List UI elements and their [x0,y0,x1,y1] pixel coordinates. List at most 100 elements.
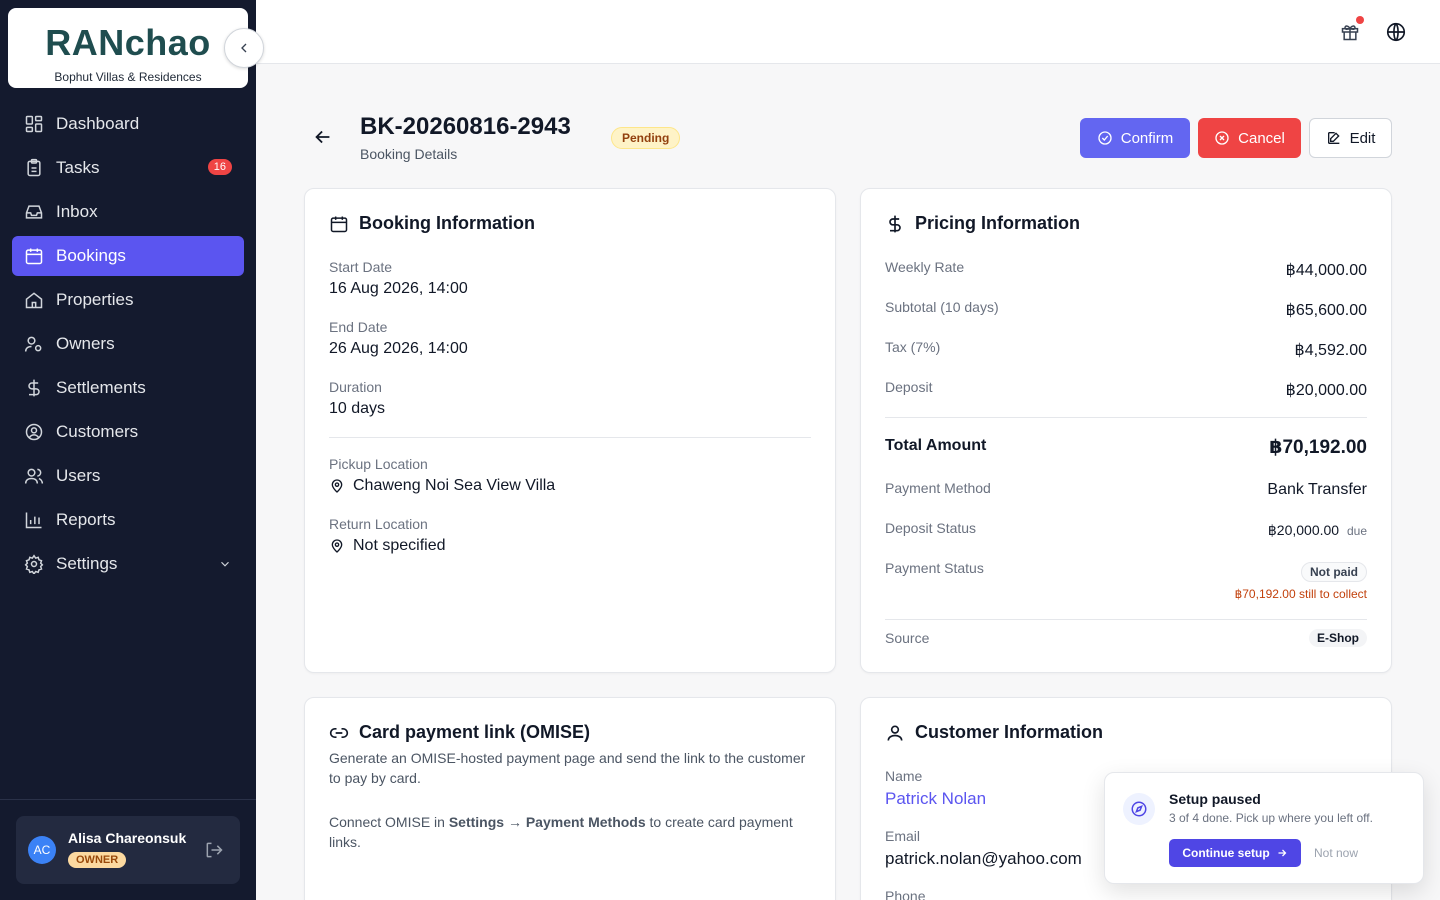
back-button[interactable] [312,126,334,153]
subtotal-label: Subtotal (10 days) [885,299,999,315]
clipboard-icon [24,158,44,178]
settings-payment-methods-link[interactable]: Settings → Payment Methods [449,814,646,830]
duration-value: 10 days [329,400,386,417]
tax-value: ฿4,592.00 [1294,342,1367,359]
confirm-button[interactable]: Confirm [1080,118,1190,158]
continue-setup-button[interactable]: Continue setup [1169,839,1301,867]
weekly-rate-value: ฿44,000.00 [1285,262,1367,279]
setup-paused-toast: Setup paused 3 of 4 done. Pick up where … [1104,772,1424,884]
booking-info-title: Booking Information [329,213,535,234]
divider [329,437,811,438]
not-now-button[interactable]: Not now [1314,846,1358,860]
dashboard-icon [24,114,44,134]
sidebar-item-label: Settings [56,554,118,573]
payment-status-badge: Not paid [1301,562,1367,582]
customer-info-title: Customer Information [885,722,1103,743]
sidebar-item-tasks[interactable]: Tasks 16 [12,148,244,188]
weekly-rate-label: Weekly Rate [885,259,965,275]
users-icon [24,466,44,486]
sidebar-item-label: Properties [56,290,134,309]
arrow-right-icon [1278,849,1287,857]
brand-subtitle: Bophut Villas & Residences [54,70,202,84]
dollar-icon [889,215,901,232]
pickup-location-value: Chaweng Noi Sea View Villa [329,477,555,495]
customer-email-label: Email [885,828,921,844]
omise-card: Card payment link (OMISE) Generate an OM… [304,697,836,900]
customer-phone-label: Phone [885,888,926,900]
sidebar-item-customers[interactable]: Customers [12,412,244,452]
brand-logo[interactable]: RANchao Bophut Villas & Residences [8,8,248,88]
return-location-label: Return Location [329,516,428,532]
subtotal-value: ฿65,600.00 [1285,302,1367,319]
sidebar-item-users[interactable]: Users [12,456,244,496]
user-icon [887,725,903,741]
compass-icon [1123,793,1155,825]
sidebar-item-reports[interactable]: Reports [12,500,244,540]
language-button[interactable] [1384,20,1408,44]
sidebar-item-bookings[interactable]: Bookings [12,236,244,276]
sidebar-item-label: Settlements [56,378,146,397]
total-amount-value: ฿70,192.00 [1269,437,1367,458]
sidebar-item-owners[interactable]: Owners [12,324,244,364]
sidebar-footer: AC Alisa Chareonsuk OWNER [0,799,256,900]
bar-chart-icon [24,510,44,530]
duration-label: Duration [329,379,382,395]
page-title: BK-20260816-2943 [360,113,571,140]
edit-label: Edit [1349,129,1376,147]
check-circle-icon [1098,131,1112,145]
omise-description: Generate an OMISE-hosted payment page an… [329,750,806,786]
edit-icon [1327,132,1340,144]
customer-name-link[interactable]: Patrick Nolan [885,789,986,809]
sidebar-item-settings[interactable]: Settings [12,544,244,584]
pricing-info-card: Pricing Information Weekly Rate ฿44,000.… [860,188,1392,673]
setup-title: Setup paused [1169,791,1261,807]
setup-progress-text: 3 of 4 done. Pick up where you left off. [1169,811,1373,825]
user-name: Alisa Chareonsuk [68,830,187,846]
sidebar-item-settlements[interactable]: Settlements [12,368,244,408]
end-date-value: 26 Aug 2026, 14:00 [329,340,468,357]
divider [885,417,1367,418]
deposit-label: Deposit [885,379,933,395]
deposit-status-label: Deposit Status [885,520,977,536]
sidebar-item-dashboard[interactable]: Dashboard [12,104,244,144]
x-circle-icon [1215,131,1229,145]
sidebar-item-label: Bookings [56,246,126,265]
collapse-sidebar-button[interactable] [224,28,264,68]
start-date-label: Start Date [329,259,393,275]
omise-title: Card payment link (OMISE) [329,722,590,743]
page-subtitle: Booking Details [360,146,458,162]
pricing-info-title: Pricing Information [885,213,1080,234]
divider [885,619,1367,620]
deposit-due-text: due [1346,524,1367,538]
edit-button[interactable]: Edit [1309,118,1392,158]
pickup-location-label: Pickup Location [329,456,428,472]
tax-label: Tax (7%) [885,339,941,355]
end-date-label: End Date [329,319,388,335]
sidebar-item-properties[interactable]: Properties [12,280,244,320]
sidebar-item-inbox[interactable]: Inbox [12,192,244,232]
logout-button[interactable] [204,840,224,865]
arrow-left-icon [315,130,330,144]
sidebar-item-label: Tasks [56,158,100,177]
inbox-icon [24,202,44,222]
gift-button[interactable] [1338,16,1364,44]
notification-dot [1356,16,1364,24]
chevron-left-icon [241,43,247,53]
sidebar-item-label: Owners [56,334,115,353]
sidebar-item-label: Dashboard [56,114,140,133]
deposit-value: ฿20,000.00 [1285,382,1367,399]
booking-info-card: Booking Information Start Date 16 Aug 20… [304,188,836,673]
deposit-status-value: ฿20,000.00 due [1267,522,1367,538]
tasks-count-badge: 16 [207,159,232,175]
sidebar-item-label: Reports [56,510,116,529]
sidebar: RANchao Bophut Villas & Residences Dashb… [0,0,264,900]
sidebar-item-label: Inbox [56,202,98,221]
owner-icon [24,334,44,354]
topbar [256,0,1440,64]
start-date-value: 16 Aug 2026, 14:00 [329,280,468,297]
payment-method-value: Bank Transfer [1267,481,1367,498]
cancel-button[interactable]: Cancel [1198,118,1301,158]
brand-name: RANchao [45,22,211,63]
total-amount-label: Total Amount [885,437,987,454]
source-badge: E-Shop [1309,629,1367,647]
